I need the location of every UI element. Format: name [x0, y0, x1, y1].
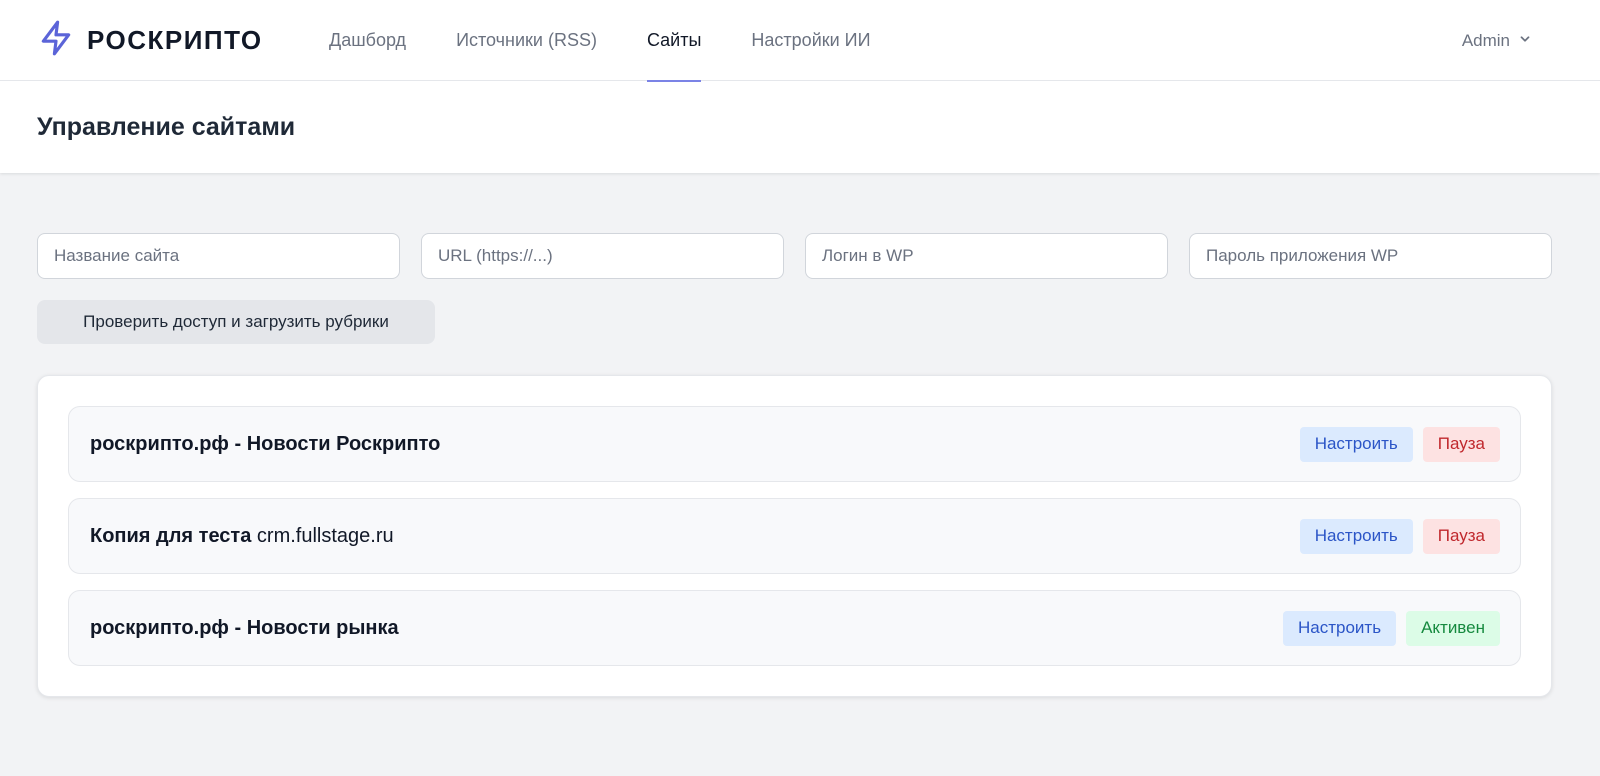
- lightning-bolt-icon: [37, 19, 75, 62]
- configure-button[interactable]: Настроить: [1299, 426, 1413, 462]
- chevron-down-icon: [1518, 31, 1532, 51]
- site-name: роскрипто.рф - Новости рынка: [90, 617, 399, 640]
- check-access-button[interactable]: Проверить доступ и загрузить рубрики: [37, 300, 435, 344]
- wp-app-password-input[interactable]: [1189, 233, 1552, 279]
- status-toggle-button[interactable]: Пауза: [1422, 426, 1500, 462]
- site-name: Копия для теста crm.fullstage.ru: [90, 525, 394, 548]
- nav-item-dashboard[interactable]: Дашборд: [304, 0, 431, 81]
- main-nav: Дашборд Источники (RSS) Сайты Настройки …: [304, 0, 896, 82]
- nav-item-sites[interactable]: Сайты: [622, 0, 726, 82]
- add-site-form: [37, 233, 1563, 279]
- site-name: роскрипто.рф - Новости Роскрипто: [90, 433, 440, 456]
- site-domain: crm.fullstage.ru: [251, 524, 394, 547]
- site-actions: Настроить Активен: [1282, 610, 1500, 646]
- sites-list: роскрипто.рф - Новости Роскрипто Настрои…: [37, 375, 1552, 697]
- site-title: роскрипто.рф - Новости Роскрипто: [90, 432, 441, 455]
- brand-name: РОСКРИПТО: [87, 24, 263, 55]
- nav-item-ai-settings[interactable]: Настройки ИИ: [726, 0, 895, 81]
- nav-item-sources-rss[interactable]: Источники (RSS): [431, 0, 622, 81]
- site-actions: Настроить Пауза: [1299, 426, 1500, 462]
- site-url-input[interactable]: [421, 233, 784, 279]
- site-title: роскрипто.рф - Новости рынка: [90, 616, 399, 639]
- site-row: роскрипто.рф - Новости рынка Настроить А…: [68, 590, 1521, 666]
- site-actions: Настроить Пауза: [1299, 518, 1500, 554]
- site-row: роскрипто.рф - Новости Роскрипто Настрои…: [68, 406, 1521, 482]
- site-title: Копия для теста: [90, 524, 252, 547]
- main-content: Проверить доступ и загрузить рубрики рос…: [0, 173, 1600, 697]
- configure-button[interactable]: Настроить: [1299, 518, 1413, 554]
- top-navbar: РОСКРИПТО Дашборд Источники (RSS) Сайты …: [0, 0, 1600, 82]
- site-row: Копия для теста crm.fullstage.ru Настрои…: [68, 498, 1521, 574]
- status-toggle-button[interactable]: Активен: [1406, 610, 1500, 646]
- configure-button[interactable]: Настроить: [1282, 610, 1397, 646]
- brand-logo[interactable]: РОСКРИПТО: [37, 19, 304, 62]
- page-title: Управление сайтами: [37, 112, 296, 141]
- user-name: Admin: [1461, 30, 1510, 50]
- page-header: Управление сайтами: [0, 81, 1600, 173]
- status-toggle-button[interactable]: Пауза: [1422, 518, 1500, 554]
- site-name-input[interactable]: [37, 233, 400, 279]
- user-menu[interactable]: Admin: [1462, 0, 1532, 81]
- wp-login-input[interactable]: [805, 233, 1168, 279]
